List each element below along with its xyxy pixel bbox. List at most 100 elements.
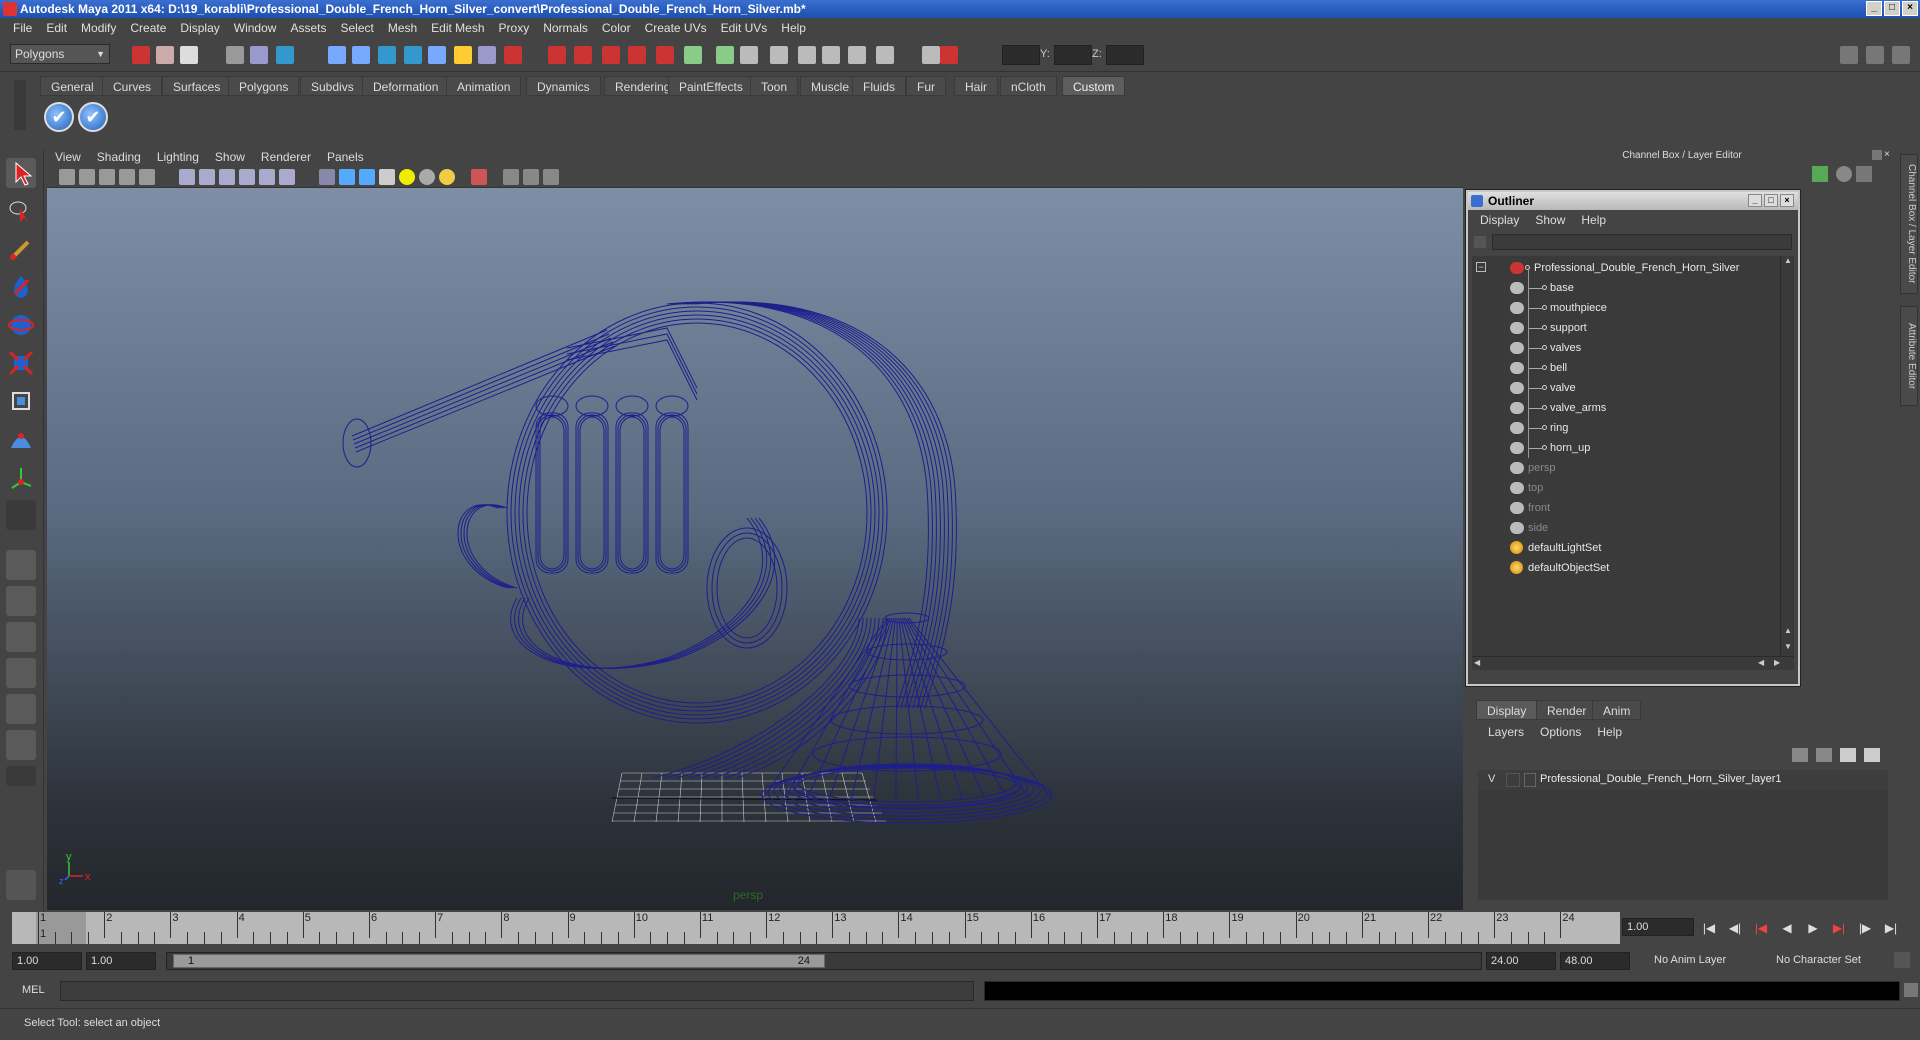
shelf-tab-animation[interactable]: Animation [446,76,522,96]
light-icon[interactable] [399,169,415,185]
outliner-item[interactable]: persp [1472,458,1772,478]
step-back-button[interactable]: ◀| [1726,920,1744,936]
menu-color[interactable]: Color [595,21,638,35]
status-tool-icon-22[interactable] [740,46,758,64]
shelf-menu-handle[interactable] [14,80,26,130]
status-tool-icon-14[interactable] [504,46,522,64]
status-tool-icon-25[interactable] [822,46,840,64]
menu-window[interactable]: Window [227,21,284,35]
menu-normals[interactable]: Normals [536,21,595,35]
current-frame-field[interactable]: 1.00 [1622,918,1694,936]
layer-tab-render[interactable]: Render [1536,700,1598,720]
status-tool-icon-5[interactable] [250,46,268,64]
outliner-item[interactable]: − Professional_Double_French_Horn_Silver [1472,258,1772,278]
outliner-item[interactable]: valve_arms [1472,398,1772,418]
minimize-button[interactable]: _ [1866,1,1882,16]
pick-walk-icon[interactable] [1856,166,1872,182]
outliner-filter-icon[interactable] [1474,236,1486,248]
shelf-tab-general[interactable]: General [40,76,105,96]
scroll-down-icon-2[interactable]: ▼ [1782,642,1794,654]
status-tool-icon-21[interactable] [716,46,734,64]
paint-select-tool-icon[interactable] [6,234,36,264]
channel-box-settings-icon[interactable] [1812,166,1828,182]
soft-modification-icon[interactable] [6,424,36,454]
menu-file[interactable]: File [6,21,39,35]
status-tool-icon-19[interactable] [656,46,674,64]
sphere-icon[interactable] [419,169,435,185]
range-slider-handle[interactable]: 1 24 [173,954,825,968]
range-slider-track[interactable]: 1 24 [166,952,1482,970]
layer-menu-help[interactable]: Help [1589,725,1630,739]
status-tool-icon-6[interactable] [276,46,294,64]
panel-float-icon[interactable] [1872,150,1882,160]
x-field[interactable] [1002,45,1040,65]
resolution-gate-icon[interactable] [471,169,487,185]
shadows-icon[interactable] [279,169,295,185]
status-tool-icon-15[interactable] [548,46,566,64]
menu-help[interactable]: Help [774,21,813,35]
menu-create[interactable]: Create [123,21,173,35]
layer-move-up-icon[interactable] [1792,748,1808,762]
textured-icon[interactable] [239,169,255,185]
scroll-down-icon[interactable]: ▲ [1782,626,1794,638]
use-all-lights-icon[interactable] [259,169,275,185]
shelf-tab-toon[interactable]: Toon [750,76,799,96]
animation-preferences-icon[interactable] [1894,952,1910,968]
grid-toggle-icon[interactable] [139,169,155,185]
perspective-viewport[interactable]: y x z [47,188,1463,910]
status-tool-icon-1[interactable] [132,46,150,64]
viewport-menu-shading[interactable]: Shading [89,150,149,164]
outliner-item[interactable]: front [1472,498,1772,518]
safe-action-icon[interactable] [523,169,539,185]
shelf-tab-subdivs[interactable]: Subdivs [300,76,365,96]
menu-display[interactable]: Display [173,21,226,35]
status-tool-icon-23[interactable] [770,46,788,64]
rotate-tool-icon[interactable] [6,310,36,340]
outliner-horizontal-scrollbar[interactable]: ◀ ◀ ▶ [1472,656,1794,670]
menu-select[interactable]: Select [333,21,380,35]
show-manipulator-icon[interactable] [6,462,36,492]
status-tool-icon-17[interactable] [602,46,620,64]
perspective-graph-layout-icon[interactable] [6,658,36,688]
outliner-item[interactable]: defaultObjectSet [1472,558,1772,578]
show-hide-channel-box-icon[interactable] [1892,46,1910,64]
film-gate-icon[interactable] [503,169,519,185]
status-tool-icon-27[interactable] [876,46,894,64]
scale-tool-icon[interactable] [6,348,36,378]
camera-attributes-icon[interactable] [79,169,95,185]
custom-shelf-checkmark-icon-2[interactable]: ✔ [78,102,108,132]
menu-set-dropdown[interactable]: Polygons ▼ [10,44,110,64]
status-tool-icon-4[interactable] [226,46,244,64]
y-field[interactable] [1054,45,1092,65]
status-tool-icon-26[interactable] [848,46,866,64]
shelf-tab-curves[interactable]: Curves [102,76,163,96]
shelf-tab-surfaces[interactable]: Surfaces [162,76,232,96]
menu-mesh[interactable]: Mesh [381,21,424,35]
wireframe-on-shaded-icon[interactable] [219,169,235,185]
playback-end-field[interactable]: 24.00 [1486,952,1556,970]
viewport-menu-view[interactable]: View [47,150,89,164]
scroll-left-icon[interactable]: ◀ [1474,658,1486,670]
tab-channel-box-layer-editor[interactable]: Channel Box / Layer Editor [1900,154,1918,294]
close-button[interactable]: × [1902,1,1918,16]
tab-attribute-editor[interactable]: Attribute Editor [1900,306,1918,406]
gate-mask-icon[interactable] [543,169,559,185]
shelf-tab-muscle[interactable]: Muscle [800,76,861,96]
perspective-outliner-layout-icon[interactable] [6,622,36,652]
layer-color-swatch[interactable] [1524,773,1536,787]
bookmark-icon[interactable] [99,169,115,185]
outliner-vertical-scrollbar[interactable]: ▲ ▲ ▼ [1780,256,1794,656]
menu-modify[interactable]: Modify [74,21,123,35]
select-tool-icon[interactable] [6,158,36,188]
status-tool-icon-20[interactable] [684,46,702,64]
menu-edit-mesh[interactable]: Edit Mesh [424,21,491,35]
status-tool-icon-28[interactable] [922,46,940,64]
layer-menu-options[interactable]: Options [1532,725,1589,739]
play-backwards-button[interactable]: ◀ [1778,920,1796,936]
layer-move-down-icon[interactable] [1816,748,1832,762]
outliner-maximize-button[interactable]: □ [1764,194,1778,207]
custom-shelf-checkmark-icon[interactable]: ✔ [44,102,74,132]
status-tool-icon-10[interactable] [404,46,422,64]
outliner-search-input[interactable] [1492,234,1792,250]
time-slider[interactable]: 1 2 3 4 5 6 7 8 9 10 11 12 13 14 15 16 17 18 19 20 21 22 23 24 1 [12,912,1620,944]
